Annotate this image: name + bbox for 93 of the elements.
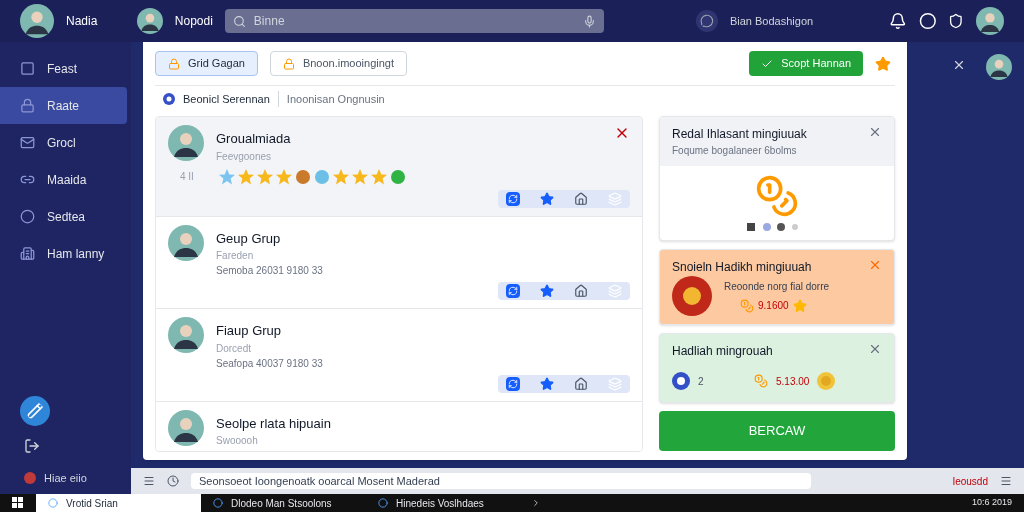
search-icon xyxy=(232,14,246,28)
contact-subtitle: Swooooh xyxy=(216,434,259,448)
close-icon[interactable] xyxy=(868,125,882,139)
toolbar-button[interactable]: Grid Gagan xyxy=(155,51,258,76)
app-icon xyxy=(48,498,58,508)
avatar-icon xyxy=(168,317,204,353)
coins-icon xyxy=(755,174,799,218)
app-icon xyxy=(213,498,223,508)
card-text: Foqume bogalaneer 6bolms xyxy=(672,144,798,158)
search-field[interactable]: Binne xyxy=(253,12,575,30)
close-icon[interactable] xyxy=(952,58,966,72)
profile-name: Nopodi xyxy=(174,13,213,30)
status-text: Seonsoeot Ioongenoatk ooarcal Mosent Maderad xyxy=(191,472,811,490)
status-right-text: Ieousdd xyxy=(952,474,988,489)
menu-icon[interactable] xyxy=(143,475,155,487)
shield-icon[interactable] xyxy=(948,13,964,29)
sidebar-item[interactable]: Sedtea xyxy=(0,198,127,235)
refresh-icon[interactable] xyxy=(506,191,520,206)
house-icon[interactable] xyxy=(574,191,588,206)
account-text: Bian Bodashigon xyxy=(729,13,815,29)
count-text: 2 xyxy=(698,374,705,389)
amount-text: 5.13.00 xyxy=(776,374,810,389)
app-icon xyxy=(378,498,388,508)
contact-subtitle: Dorcedt xyxy=(216,341,252,356)
taskbar-app[interactable]: Dlodeo Man Stsoolons xyxy=(201,494,366,512)
breadcrumb-title: Beonicl Serennan xyxy=(183,91,270,107)
card-title: Snoieln Hadikh mingiuuah xyxy=(672,259,812,276)
contact-name: Geup Grup xyxy=(216,229,282,248)
taskbar-clock: 10:6 2019 xyxy=(970,496,1013,510)
star-icon[interactable] xyxy=(540,284,554,298)
circle-icon xyxy=(20,209,35,224)
search-bar[interactable]: Binne xyxy=(224,9,604,33)
close-icon[interactable] xyxy=(868,342,882,356)
contact-subtitle: Fareden xyxy=(216,249,255,263)
lock-icon xyxy=(20,98,35,113)
microphone-icon[interactable] xyxy=(582,14,596,28)
avatar-icon xyxy=(976,7,1004,35)
circle-icon xyxy=(672,372,690,390)
star-icon[interactable] xyxy=(875,55,891,72)
lock-icon xyxy=(282,57,295,70)
avatar-icon xyxy=(20,4,54,38)
contact-name: Fiaup Grup xyxy=(216,322,283,340)
breadcrumb-subtitle: Inoonisan Ongnusin xyxy=(277,90,385,108)
refresh-icon[interactable] xyxy=(506,284,520,298)
avatar-icon xyxy=(168,409,204,446)
coin-icon xyxy=(754,374,768,388)
chat-icon[interactable] xyxy=(696,10,718,32)
sidebar-footer: Hiae eiio xyxy=(44,469,87,486)
card-title: Hadliah mingrouah xyxy=(672,343,773,360)
avatar-icon xyxy=(986,54,1012,80)
contact-name: Groualmiada xyxy=(216,130,292,148)
sidebar-item[interactable]: Ham lanny xyxy=(0,235,127,272)
coin-icon xyxy=(817,372,836,390)
star-icon[interactable] xyxy=(540,191,554,206)
amount-text: 9.1600 xyxy=(758,299,789,313)
taskbar-app[interactable]: Vrotid Srian xyxy=(36,494,201,512)
building-icon xyxy=(20,246,35,261)
contact-detail: Semoba 26031 9180 33 xyxy=(216,264,324,278)
sidebar-item[interactable]: Raate xyxy=(0,87,127,124)
sidebar-item[interactable]: Maaida xyxy=(0,161,127,198)
side-label: 4 II xyxy=(180,170,194,184)
sidebar-item[interactable]: Grocl xyxy=(0,124,127,161)
toolbar-button[interactable]: Bnoon.imooingingt xyxy=(269,51,407,76)
notification-icon[interactable] xyxy=(889,12,907,30)
taskbar-app[interactable]: Hinedeis Voslhdaes xyxy=(366,494,531,512)
refresh-icon[interactable] xyxy=(506,376,520,391)
user-name: Nadia xyxy=(66,13,99,30)
lock-icon xyxy=(168,57,180,70)
windows-logo-icon[interactable] xyxy=(12,497,24,509)
coin-icon xyxy=(740,298,754,313)
avatar-icon xyxy=(168,125,204,161)
avatar-icon xyxy=(136,8,163,34)
contact-subtitle: Feevgoones xyxy=(216,149,273,164)
clock-icon xyxy=(167,475,179,487)
sidebar-item[interactable]: Feast xyxy=(0,50,127,87)
edit-icon[interactable] xyxy=(20,395,50,426)
contact-name: Seolpe rlata hipuain xyxy=(216,414,332,433)
card-title: Redal Ihlasant mingiuuak xyxy=(672,126,807,143)
list-item[interactable]: Groualmiada Feevgoones 4 II xyxy=(156,117,642,217)
avatar-icon xyxy=(168,224,204,261)
contact-detail: Seafopa 40037 9180 33 xyxy=(216,356,324,371)
chevron-icon[interactable] xyxy=(531,498,541,508)
house-icon[interactable] xyxy=(574,284,588,298)
badge-icon xyxy=(672,276,712,316)
status-dot-icon xyxy=(24,471,36,484)
card-text: Reoonde norg fial dorre xyxy=(724,280,830,294)
envelope-icon xyxy=(20,135,35,150)
menu-icon[interactable] xyxy=(1000,475,1012,487)
star-icon xyxy=(792,298,807,313)
house-icon[interactable] xyxy=(574,376,588,391)
square-icon xyxy=(20,61,35,76)
sign-out-icon[interactable] xyxy=(24,437,40,454)
star-icon[interactable] xyxy=(540,376,554,391)
